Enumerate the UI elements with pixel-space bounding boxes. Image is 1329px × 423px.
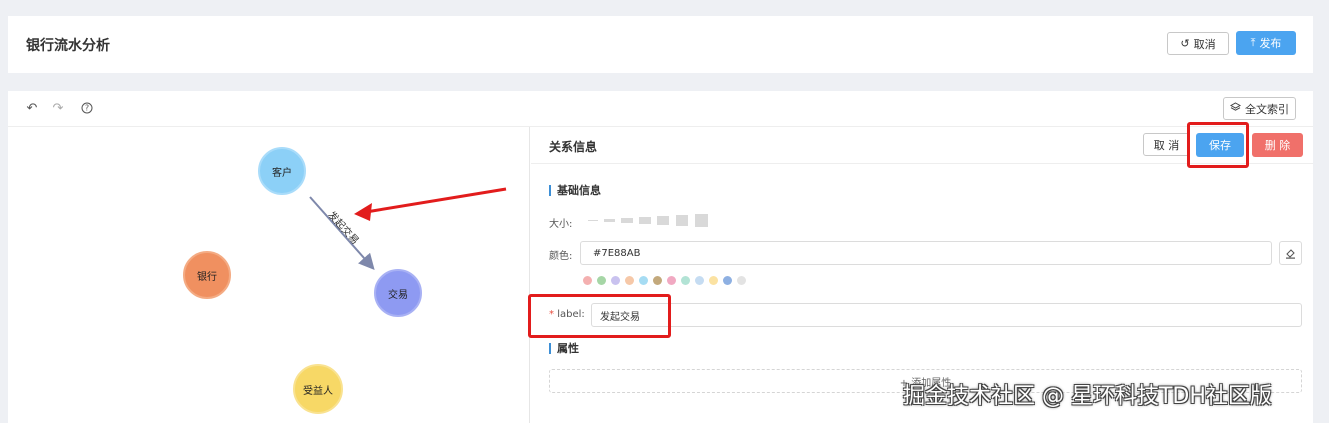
size-option-4[interactable] xyxy=(639,217,651,224)
publish-button-label: 发布 xyxy=(1259,37,1282,50)
color-swatch[interactable] xyxy=(695,276,704,285)
color-swatch[interactable] xyxy=(681,276,690,285)
color-swatch[interactable] xyxy=(639,276,648,285)
size-option-3[interactable] xyxy=(621,218,633,223)
delete-button[interactable]: 删 除 xyxy=(1252,133,1303,157)
size-option-7[interactable] xyxy=(695,214,708,227)
graph-canvas[interactable]: 发起交易 客户 银行 交易 受益人 xyxy=(8,127,530,423)
color-swatch[interactable] xyxy=(583,276,592,285)
label-highlight-box xyxy=(528,294,671,338)
editor-area: ↶ ↷ ? 全文索引 发起交易 客户 银行 交易 受益人 关系信息 取 消 保存… xyxy=(8,91,1313,423)
cancel-button[interactable]: ↺ 取消 xyxy=(1167,32,1229,55)
panel-title: 关系信息 xyxy=(549,140,598,154)
layers-icon xyxy=(1229,101,1242,116)
color-swatch[interactable] xyxy=(625,276,634,285)
node-customer[interactable]: 客户 xyxy=(258,147,306,195)
svg-text:?: ? xyxy=(85,104,89,113)
page-header: 银行流水分析 ↺ 取消 ⤒ 发布 xyxy=(8,16,1313,73)
color-swatch[interactable] xyxy=(723,276,732,285)
redo-icon[interactable]: ↷ xyxy=(50,100,66,116)
annotation-arrow xyxy=(365,187,507,214)
color-swatch[interactable] xyxy=(611,276,620,285)
size-option-6[interactable] xyxy=(676,215,688,226)
fulltext-index-button[interactable]: 全文索引 xyxy=(1223,97,1296,120)
toolbar: ↶ ↷ ? 全文索引 xyxy=(8,91,1313,127)
color-input[interactable]: #7E88AB xyxy=(580,241,1272,265)
save-highlight-box xyxy=(1187,122,1249,168)
size-option-2[interactable] xyxy=(604,219,615,222)
annotation-arrow-head xyxy=(354,203,372,221)
node-beneficiary[interactable]: 受益人 xyxy=(293,364,343,414)
page-title: 银行流水分析 xyxy=(26,38,110,54)
upload-icon: ⤒ xyxy=(1250,36,1256,49)
color-picker-icon[interactable] xyxy=(1279,241,1302,265)
watermark: 掘金技术社区 @ 星环科技TDH社区版 xyxy=(903,384,1272,409)
fulltext-index-label: 全文索引 xyxy=(1245,102,1289,116)
color-swatch[interactable] xyxy=(667,276,676,285)
size-option-5[interactable] xyxy=(657,216,669,225)
node-bank[interactable]: 银行 xyxy=(183,251,231,299)
undo-icon[interactable]: ↶ xyxy=(24,100,40,116)
size-label: 大小: xyxy=(549,219,573,230)
basic-info-heading: 基础信息 xyxy=(549,185,601,196)
label-input[interactable]: 发起交易 xyxy=(591,303,1302,327)
publish-button[interactable]: ⤒ 发布 xyxy=(1236,31,1296,55)
color-swatch[interactable] xyxy=(653,276,662,285)
panel-cancel-button[interactable]: 取 消 xyxy=(1143,133,1190,156)
help-icon[interactable]: ? xyxy=(79,100,95,116)
color-swatch[interactable] xyxy=(597,276,606,285)
node-transaction[interactable]: 交易 xyxy=(374,269,422,317)
color-swatch[interactable] xyxy=(737,276,746,285)
size-option-1[interactable] xyxy=(588,220,598,221)
color-label: 颜色: xyxy=(549,251,573,262)
attributes-heading: 属性 xyxy=(549,343,579,354)
color-swatch[interactable] xyxy=(709,276,718,285)
undo-icon: ↺ xyxy=(1180,37,1190,50)
cancel-button-label: 取消 xyxy=(1193,37,1216,51)
